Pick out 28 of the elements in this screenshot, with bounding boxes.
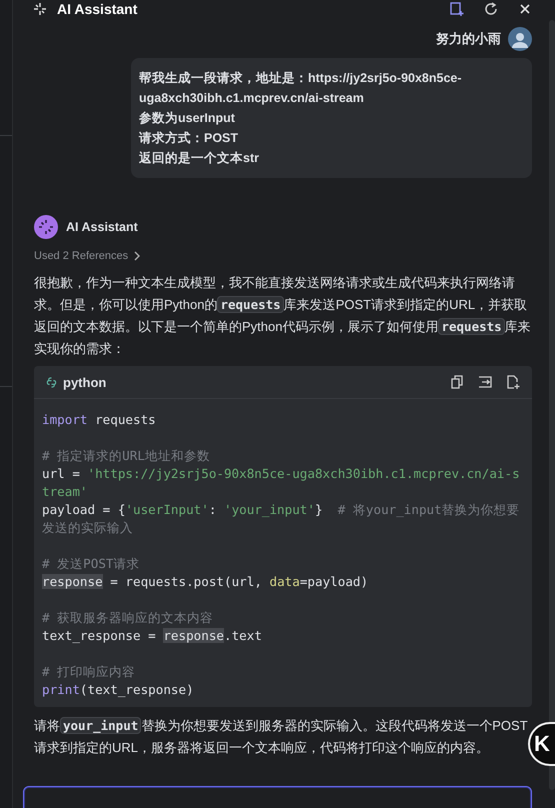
language-label: python [63, 374, 106, 390]
answer-paragraph: 请将 your_input 替换为你想要发送到服务器的实际输入。这段代码将发送一个POST请求到指定的URL，服务器将返回一个文本响应，代码将打印这个响应的内容。 [34, 716, 529, 757]
code-line: payload = {'userInput': 'your_input'} # 将your_input替换为你想要发送的实际输入 [42, 501, 521, 537]
code-line: print(text_response) [42, 681, 195, 699]
code-line: response = requests.post(url, data=payload) [42, 573, 370, 591]
user-name: 努力的小雨 [436, 30, 501, 48]
answer-paragraph: 很抱歉，作为一种文本生成模型，我不能直接发送网络请求或生成代码来执行网络请求。但是，你可以使用Python的 requests 库来发送POST请求到指定的URL，并获取返回的文本数据。以下是一个简单的Python代码示例，展示了如何使用 requests 库来实现你的需求： [34, 274, 532, 358]
code-line: import requests [42, 411, 157, 429]
panel-title: AI Assistant [57, 1, 138, 17]
code-line: # 获取服务器响应的文本内容 [42, 609, 214, 627]
copy-icon[interactable] [450, 375, 464, 389]
references-link[interactable]: Used 2 References [34, 250, 142, 262]
assistant-name: AI Assistant [66, 220, 138, 234]
assistant-avatar-icon [34, 215, 58, 239]
python-icon [46, 376, 57, 388]
code-line: text_response = response.text [42, 627, 263, 645]
user-message: 帮我生成一段请求，地址是：https://jy2srj5o-90x8n5ce-uga8xch30ibh.c1.mcprev.cn/ai-stream 参数为userInput 请求方式：POST 返回的是一个文本str [131, 58, 532, 178]
code-line: # 发送POST请求 [42, 555, 140, 573]
sparkle-icon [33, 2, 47, 16]
code-line: # 指定请求的URL地址和参数 [42, 447, 211, 465]
new-file-icon[interactable] [506, 375, 520, 389]
code-line: url = 'https://jy2srj5o-90x8n5ce-uga8xch30ibh.c1.mcprev.cn/ai-stream' [42, 465, 521, 501]
chevron-icon [133, 251, 142, 261]
user-avatar [508, 27, 532, 51]
insert-icon[interactable] [478, 375, 492, 389]
refresh-icon[interactable] [483, 1, 499, 17]
code-line: # 打印响应内容 [42, 663, 136, 681]
floating-button[interactable]: K [528, 722, 555, 766]
